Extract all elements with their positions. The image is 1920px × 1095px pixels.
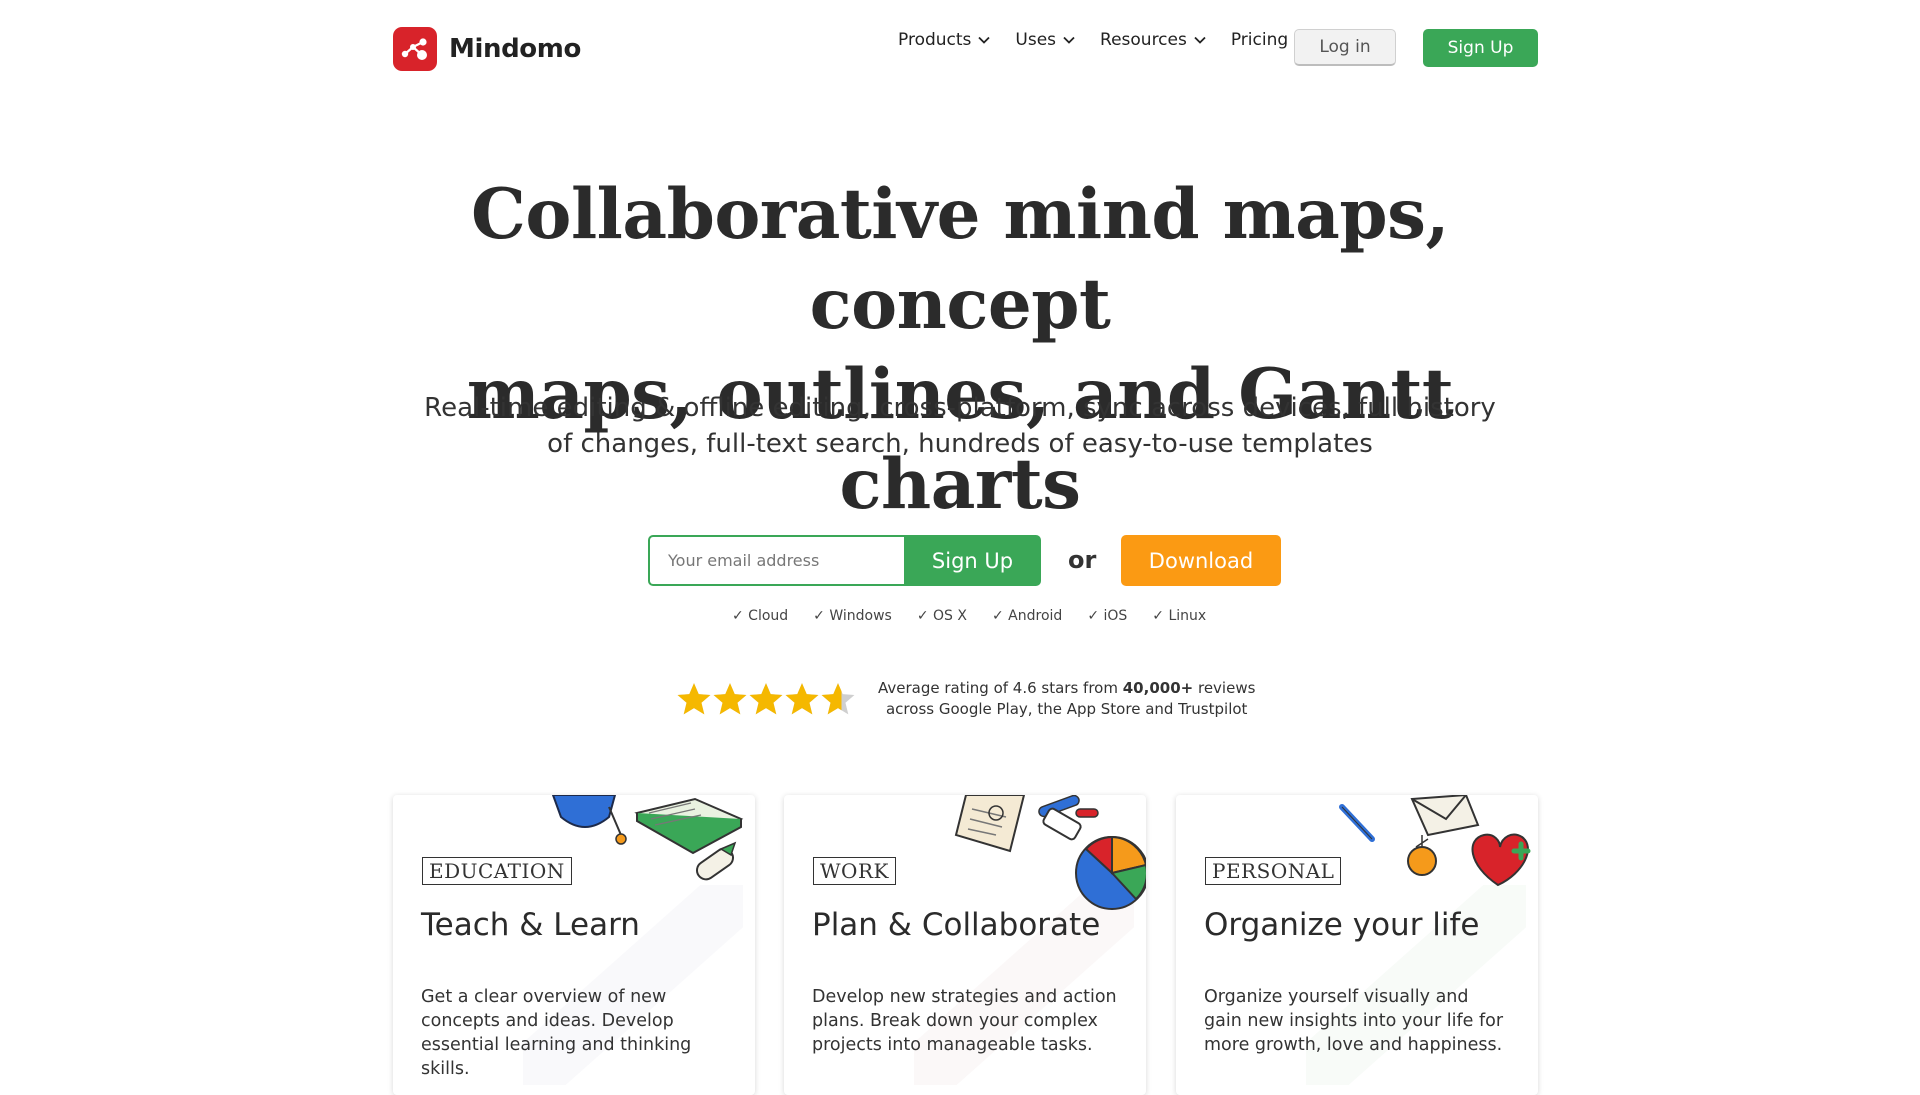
mindomo-logo-icon xyxy=(393,27,437,71)
platform-ios: ✓ iOS xyxy=(1087,608,1128,624)
card-title: Plan & Collaborate xyxy=(812,907,1101,943)
nav-uses[interactable]: Uses xyxy=(1015,30,1075,50)
work-illustration-icon xyxy=(954,795,1146,910)
card-description: Develop new strategies and action plans.… xyxy=(812,987,1117,1055)
card-personal[interactable]: PERSONAL Organize your life Organize you… xyxy=(1176,795,1538,1095)
nav-uses-label: Uses xyxy=(1015,30,1057,50)
star-rating xyxy=(676,682,856,716)
or-separator: or xyxy=(1068,546,1097,574)
brand-name: Mindomo xyxy=(449,34,581,64)
nav-products[interactable]: Products xyxy=(898,30,991,50)
hero-title-line-1: Collaborative mind maps, concept xyxy=(471,174,1450,345)
nav-products-label: Products xyxy=(898,30,972,50)
signup-form: Sign Up xyxy=(648,535,1041,586)
rating-review-count: 40,000+ xyxy=(1122,679,1194,697)
login-button[interactable]: Log in xyxy=(1294,29,1396,66)
star-icon xyxy=(749,683,783,715)
education-illustration-icon xyxy=(551,795,744,881)
card-tag: WORK xyxy=(813,857,896,885)
star-icon xyxy=(677,683,711,715)
chevron-down-icon xyxy=(1063,36,1075,44)
page: Mindomo Products Uses Resources Pricing … xyxy=(0,0,1920,1095)
card-tag: PERSONAL xyxy=(1205,857,1342,885)
email-input[interactable] xyxy=(648,535,904,586)
download-button[interactable]: Download xyxy=(1121,535,1281,586)
chevron-down-icon xyxy=(978,36,991,44)
nav-resources[interactable]: Resources xyxy=(1100,30,1206,50)
personal-illustration-icon xyxy=(1339,795,1531,887)
rating-text-suffix: reviews xyxy=(1197,679,1256,697)
card-title: Teach & Learn xyxy=(421,907,640,943)
platform-windows: ✓ Windows xyxy=(813,608,892,624)
signup-button[interactable]: Sign Up xyxy=(904,535,1041,586)
star-icon xyxy=(821,683,855,715)
main-nav: Products Uses Resources Pricing xyxy=(898,30,1288,50)
star-icon xyxy=(713,683,747,715)
logo[interactable]: Mindomo xyxy=(393,27,581,71)
star-icon xyxy=(785,683,819,715)
card-description: Get a clear overview of new concepts and… xyxy=(421,987,692,1079)
platform-linux: ✓ Linux xyxy=(1152,608,1207,624)
card-description: Organize yourself visually and gain new … xyxy=(1204,987,1504,1055)
signup-button-header[interactable]: Sign Up xyxy=(1423,29,1538,67)
platform-cloud: ✓ Cloud xyxy=(732,608,789,624)
site-header: Mindomo Products Uses Resources Pricing … xyxy=(0,0,1920,100)
platform-list: ✓ Cloud ✓ Windows ✓ OS X ✓ Android ✓ iOS… xyxy=(732,608,1231,624)
card-title: Organize your life xyxy=(1204,907,1480,943)
hero-subtitle: Real-time editing & offline editing, cro… xyxy=(424,393,1496,459)
chevron-down-icon xyxy=(1194,36,1206,44)
card-tag: EDUCATION xyxy=(422,857,572,885)
nav-pricing-label: Pricing xyxy=(1230,30,1289,50)
rating-block: Average rating of 4.6 stars from 40,000+… xyxy=(676,678,1255,720)
rating-sources: across Google Play, the App Store and Tr… xyxy=(885,700,1248,718)
platform-osx: ✓ OS X xyxy=(916,608,967,624)
nav-resources-label: Resources xyxy=(1100,30,1187,50)
hero-title: Collaborative mind maps, concept maps, o… xyxy=(360,170,1560,530)
platform-android: ✓ Android xyxy=(992,608,1063,624)
nav-pricing[interactable]: Pricing xyxy=(1231,30,1288,50)
rating-text-prefix: Average rating of 4.6 stars from xyxy=(878,679,1118,697)
card-education[interactable]: EDUCATION Teach & Learn Get a clear over… xyxy=(393,795,755,1095)
rating-text: Average rating of 4.6 stars from 40,000+… xyxy=(878,678,1255,720)
card-work[interactable]: WORK Plan & Collaborate Develop new stra… xyxy=(784,795,1146,1095)
